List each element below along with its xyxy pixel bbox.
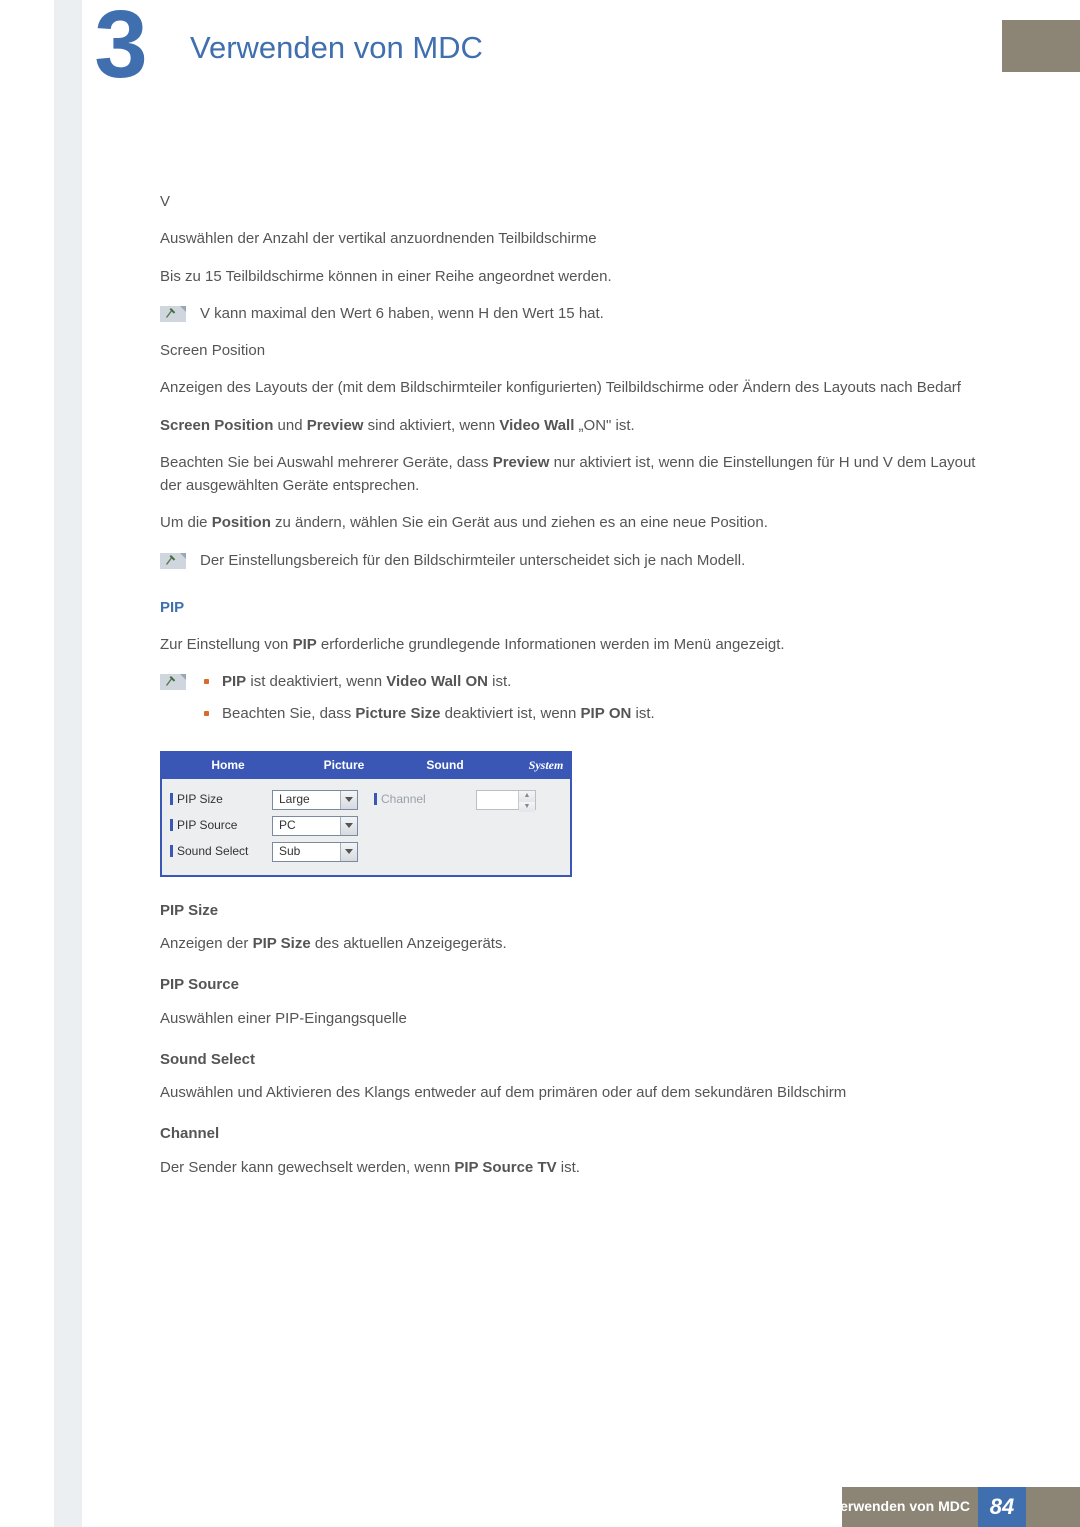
label-pip-source: PIP Source bbox=[168, 816, 266, 835]
combo-pip-source[interactable]: PC bbox=[272, 816, 358, 836]
chevron-down-icon bbox=[340, 791, 357, 809]
text: „ON" ist. bbox=[574, 417, 634, 434]
row-pip-size: PIP Size Large Channel ▲ ▼ bbox=[168, 787, 564, 813]
bold: ON bbox=[465, 673, 488, 690]
bullet-list: PIP ist deaktiviert, wenn Video Wall ON … bbox=[200, 670, 1000, 733]
text: und bbox=[273, 417, 306, 434]
footer-white bbox=[82, 1487, 842, 1527]
page-number: 84 bbox=[978, 1487, 1026, 1527]
text: Anzeigen des Layouts der (mit dem Bildsc… bbox=[160, 376, 1000, 399]
heading-pip-source: PIP Source bbox=[160, 973, 1000, 996]
text: Beachten Sie bei Auswahl mehrerer Geräte… bbox=[160, 451, 1000, 498]
tab-home[interactable]: Home bbox=[162, 753, 294, 779]
bold: Preview bbox=[493, 454, 550, 471]
combo-value: PC bbox=[279, 816, 296, 835]
heading-screen-position: Screen Position bbox=[160, 339, 1000, 362]
heading-pip-size: PIP Size bbox=[160, 899, 1000, 922]
text: Auswählen einer PIP-Eingangsquelle bbox=[160, 1007, 1000, 1030]
chapter-tab: 3 bbox=[82, 0, 160, 94]
text: deaktiviert ist, wenn bbox=[440, 705, 580, 722]
bold: PIP bbox=[293, 636, 317, 653]
chevron-down-icon: ▼ bbox=[519, 802, 535, 813]
chapter-number: 3 bbox=[94, 7, 147, 84]
combo-sound-select[interactable]: Sub bbox=[272, 842, 358, 862]
bullet: Beachten Sie, dass Picture Size deaktivi… bbox=[200, 702, 1000, 725]
text: ist. bbox=[557, 1159, 580, 1176]
bold: Video Wall bbox=[499, 417, 574, 434]
text: Anzeigen der bbox=[160, 935, 253, 952]
tab-sound[interactable]: Sound bbox=[394, 753, 496, 779]
spinner-channel[interactable]: ▲ ▼ bbox=[476, 790, 536, 810]
panel-body: PIP Size Large Channel ▲ ▼ bbox=[162, 779, 570, 875]
text: Bis zu 15 Teilbildschirme können in eine… bbox=[160, 265, 1000, 288]
text: des aktuellen Anzeigegeräts. bbox=[311, 935, 507, 952]
text: Um die bbox=[160, 514, 212, 531]
note-icon bbox=[160, 304, 184, 322]
bold: Preview bbox=[307, 417, 364, 434]
tab-tool[interactable]: Tool bbox=[596, 753, 648, 779]
note: V kann maximal den Wert 6 haben, wenn H … bbox=[160, 302, 1000, 325]
spinner-arrows: ▲ ▼ bbox=[518, 791, 535, 809]
text: ist. bbox=[488, 673, 511, 690]
text: Der Sender kann gewechselt werden, wenn bbox=[160, 1159, 454, 1176]
heading-v: V bbox=[160, 190, 1000, 213]
page: 3 Verwenden von MDC V Auswählen der Anza… bbox=[0, 0, 1080, 1527]
combo-pip-size[interactable]: Large bbox=[272, 790, 358, 810]
pip-settings-panel: Home Picture Sound System Tool PIP Size … bbox=[160, 751, 572, 877]
tab-system[interactable]: System bbox=[496, 753, 596, 779]
text: sind aktiviert, wenn bbox=[363, 417, 499, 434]
footer-text: 3 Verwenden von MDC bbox=[820, 1487, 970, 1527]
label-sound-select: Sound Select bbox=[168, 842, 266, 861]
text: Beachten Sie bei Auswahl mehrerer Geräte… bbox=[160, 454, 493, 471]
bullet: PIP ist deaktiviert, wenn Video Wall ON … bbox=[200, 670, 1000, 693]
text: Zur Einstellung von PIP erforderliche gr… bbox=[160, 633, 1000, 656]
text: Um die Position zu ändern, wählen Sie ei… bbox=[160, 511, 1000, 534]
chevron-up-icon: ▲ bbox=[519, 791, 535, 802]
chevron-down-icon bbox=[340, 843, 357, 861]
text: Der Sender kann gewechselt werden, wenn … bbox=[160, 1156, 1000, 1179]
tab-picture[interactable]: Picture bbox=[294, 753, 394, 779]
bold: Screen Position bbox=[160, 417, 273, 434]
text: Auswählen und Aktivieren des Klangs entw… bbox=[160, 1081, 1000, 1104]
text: zu ändern, wählen Sie ein Gerät aus und … bbox=[271, 514, 768, 531]
text: Beachten Sie, dass bbox=[222, 705, 355, 722]
row-sound-select: Sound Select Sub bbox=[168, 839, 564, 865]
text: ist. bbox=[631, 705, 654, 722]
bold: PIP bbox=[581, 705, 605, 722]
note-icon bbox=[160, 672, 184, 690]
heading-channel: Channel bbox=[160, 1122, 1000, 1145]
bold: Video Wall bbox=[386, 673, 461, 690]
bold: PIP bbox=[222, 673, 246, 690]
chevron-down-icon bbox=[340, 817, 357, 835]
bold: Position bbox=[212, 514, 271, 531]
heading-sound-select: Sound Select bbox=[160, 1048, 1000, 1071]
content: V Auswählen der Anzahl der vertikal anzu… bbox=[160, 190, 1000, 1193]
bold: TV bbox=[537, 1159, 556, 1176]
note: Der Einstellungsbereich für den Bildschi… bbox=[160, 549, 1000, 572]
note-list: PIP ist deaktiviert, wenn Video Wall ON … bbox=[160, 670, 1000, 733]
note-text: Der Einstellungsbereich für den Bildschi… bbox=[200, 549, 1000, 572]
text: ist deaktiviert, wenn bbox=[246, 673, 386, 690]
bold: ON bbox=[609, 705, 632, 722]
text: Anzeigen der PIP Size des aktuellen Anze… bbox=[160, 932, 1000, 955]
text: Auswählen der Anzahl der vertikal anzuor… bbox=[160, 227, 1000, 250]
note-icon bbox=[160, 551, 184, 569]
text: Zur Einstellung von bbox=[160, 636, 293, 653]
combo-value: Sub bbox=[279, 842, 300, 861]
text: erforderliche grundlegende Informationen… bbox=[317, 636, 785, 653]
panel-tabs: Home Picture Sound System Tool bbox=[162, 753, 570, 779]
bold: Picture Size bbox=[355, 705, 440, 722]
side-strip bbox=[54, 0, 82, 1527]
heading-pip: PIP bbox=[160, 596, 1000, 619]
bold: PIP Source bbox=[454, 1159, 533, 1176]
combo-value: Large bbox=[279, 790, 310, 809]
chapter-title: Verwenden von MDC bbox=[190, 24, 483, 72]
label-channel: Channel bbox=[372, 790, 470, 809]
label-pip-size: PIP Size bbox=[168, 790, 266, 809]
row-pip-source: PIP Source PC bbox=[168, 813, 564, 839]
note-text: V kann maximal den Wert 6 haben, wenn H … bbox=[200, 302, 1000, 325]
text: Screen Position und Preview sind aktivie… bbox=[160, 414, 1000, 437]
bold: PIP Size bbox=[253, 935, 311, 952]
